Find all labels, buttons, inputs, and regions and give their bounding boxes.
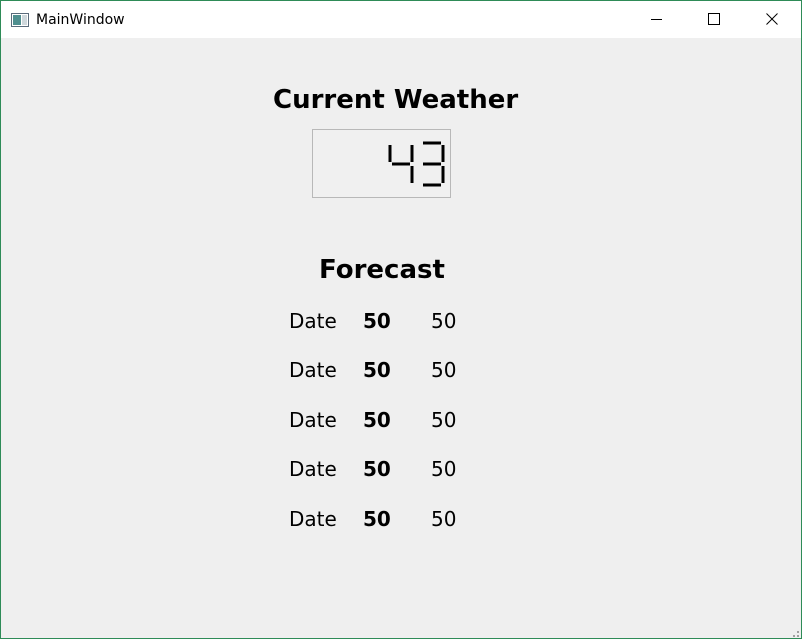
forecast-low: 50 (431, 309, 457, 333)
current-temperature-lcd (312, 129, 451, 198)
lcd-digit (388, 145, 414, 183)
forecast-row: Date 50 50 (1, 306, 801, 336)
forecast-date: Date (289, 408, 337, 432)
lcd-digits (388, 141, 445, 187)
minimize-icon (650, 10, 662, 29)
forecast-date: Date (289, 507, 337, 531)
close-button[interactable] (743, 1, 801, 38)
forecast-high: 50 (363, 408, 391, 432)
forecast-date: Date (289, 457, 337, 481)
forecast-date: Date (289, 358, 337, 382)
forecast-row: Date 50 50 (1, 355, 801, 385)
title-bar[interactable]: MainWindow (1, 1, 801, 38)
forecast-low: 50 (431, 358, 457, 382)
forecast-date: Date (289, 309, 337, 333)
main-window: MainWindow Current Weather Forecast Date… (0, 0, 802, 639)
forecast-low: 50 (431, 457, 457, 481)
app-window-icon (11, 12, 29, 27)
forecast-row: Date 50 50 (1, 405, 801, 435)
window-title: MainWindow (36, 12, 125, 28)
maximize-button[interactable] (685, 1, 743, 38)
forecast-low: 50 (431, 507, 457, 531)
forecast-row: Date 50 50 (1, 454, 801, 484)
forecast-high: 50 (363, 309, 391, 333)
minimize-button[interactable] (627, 1, 685, 38)
resize-grip-icon[interactable] (789, 626, 799, 637)
forecast-high: 50 (363, 507, 391, 531)
maximize-icon (708, 10, 720, 29)
lcd-digit (423, 141, 445, 187)
close-icon (766, 10, 778, 29)
forecast-row: Date 50 50 (1, 504, 801, 534)
current-weather-title: Current Weather (273, 85, 519, 115)
forecast-title: Forecast (319, 255, 445, 285)
central-widget: Current Weather Forecast Date 50 50 Date… (1, 38, 801, 638)
forecast-high: 50 (363, 358, 391, 382)
forecast-high: 50 (363, 457, 391, 481)
forecast-low: 50 (431, 408, 457, 432)
